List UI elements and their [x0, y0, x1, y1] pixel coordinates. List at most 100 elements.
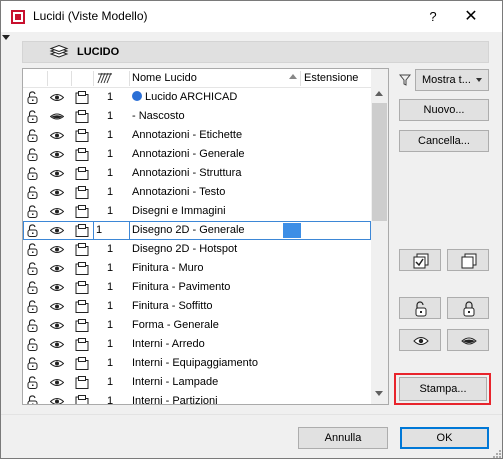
unlock-icon[interactable] — [26, 357, 40, 370]
help-button[interactable]: ? — [419, 5, 447, 29]
intersection-group-number[interactable]: 1 — [107, 395, 113, 404]
wireframe-icon[interactable] — [75, 262, 89, 275]
intersection-group-number[interactable]: 1 — [107, 319, 113, 331]
column-header-name[interactable]: Nome Lucido — [132, 72, 197, 84]
show-all-button[interactable] — [399, 329, 441, 351]
wireframe-icon[interactable] — [75, 186, 89, 199]
eye-icon[interactable] — [49, 148, 65, 161]
eye-icon[interactable] — [49, 300, 65, 313]
wireframe-icon[interactable] — [75, 148, 89, 161]
unlock-all-button[interactable] — [399, 297, 441, 319]
cancel-button[interactable]: Annulla — [298, 427, 388, 449]
unlock-icon[interactable] — [26, 205, 40, 218]
eye-icon[interactable] — [49, 224, 65, 237]
extension-selection-marker[interactable] — [283, 223, 301, 238]
intersection-group-number[interactable]: 1 — [107, 243, 113, 255]
lock-all-button[interactable] — [447, 297, 489, 319]
show-filter-dropdown[interactable]: Mostra t... — [415, 69, 489, 91]
eye-icon[interactable] — [49, 243, 65, 256]
unlock-icon[interactable] — [26, 129, 40, 142]
eye-icon[interactable] — [49, 395, 65, 404]
layer-row[interactable]: 1 - Nascosto — [23, 107, 371, 126]
intersection-group-number[interactable]: 1 — [107, 110, 113, 122]
eye-icon[interactable] — [49, 167, 65, 180]
layer-row[interactable]: 1 Interni - Partizioni — [23, 392, 371, 404]
scroll-up-icon[interactable] — [375, 91, 383, 96]
eye-icon[interactable] — [49, 338, 65, 351]
layer-row[interactable]: 1 Disegno 2D - Generale — [23, 221, 371, 240]
list-scrollbar[interactable] — [371, 69, 388, 404]
unlock-icon[interactable] — [26, 262, 40, 275]
layer-row[interactable]: 1 Disegni e Immagini — [23, 202, 371, 221]
unlock-icon[interactable] — [26, 148, 40, 161]
resize-grip-icon[interactable] — [493, 450, 501, 458]
layer-name[interactable]: Interni - Partizioni — [132, 395, 218, 404]
layer-row[interactable]: 1 Lucido ARCHICAD — [23, 88, 371, 107]
layer-name[interactable]: Finitura - Muro — [132, 262, 204, 274]
layer-row[interactable]: 1 Interni - Equipaggiamento — [23, 354, 371, 373]
scroll-down-icon[interactable] — [375, 391, 383, 396]
layer-name[interactable]: Lucido ARCHICAD — [132, 91, 237, 103]
layer-name[interactable]: Annotazioni - Struttura — [132, 167, 241, 179]
layer-row[interactable]: 1 Interni - Arredo — [23, 335, 371, 354]
unlock-icon[interactable] — [26, 338, 40, 351]
intersection-group-number[interactable]: 1 — [107, 167, 113, 179]
intersection-group-number[interactable]: 1 — [107, 357, 113, 369]
layer-name[interactable]: Disegni e Immagini — [132, 205, 226, 217]
eye-closed-icon[interactable] — [49, 110, 65, 123]
layer-name[interactable]: Annotazioni - Testo — [132, 186, 225, 198]
layer-row[interactable]: 1 Annotazioni - Testo — [23, 183, 371, 202]
layer-row[interactable]: 1 Finitura - Muro — [23, 259, 371, 278]
intersection-group-number[interactable]: 1 — [107, 186, 113, 198]
new-layer-button[interactable]: Nuovo... — [399, 99, 489, 121]
close-button[interactable]: ✕ — [457, 5, 485, 29]
layer-name[interactable]: Interni - Equipaggiamento — [132, 357, 258, 369]
layer-list[interactable]: Nome Lucido Estensione 1 Lucido ARCHICAD 1… — [22, 68, 389, 405]
print-button[interactable]: Stampa... — [399, 377, 487, 401]
layer-row[interactable]: 1 Interni - Lampade — [23, 373, 371, 392]
wireframe-icon[interactable] — [75, 91, 89, 104]
eye-icon[interactable] — [49, 319, 65, 332]
unlock-icon[interactable] — [26, 243, 40, 256]
delete-layer-button[interactable]: Cancella... — [399, 130, 489, 152]
layer-row[interactable]: 1 Forma - Generale — [23, 316, 371, 335]
scroll-thumb[interactable] — [372, 103, 387, 221]
eye-icon[interactable] — [49, 357, 65, 370]
intersection-group-number[interactable]: 1 — [96, 224, 102, 236]
unlock-icon[interactable] — [26, 395, 40, 404]
unlock-icon[interactable] — [26, 91, 40, 104]
layer-name[interactable]: - Nascosto — [132, 110, 185, 122]
eye-icon[interactable] — [49, 129, 65, 142]
layer-name[interactable]: Forma - Generale — [132, 319, 219, 331]
wireframe-icon[interactable] — [75, 300, 89, 313]
layer-name[interactable]: Disegno 2D - Generale — [132, 224, 245, 236]
wireframe-icon[interactable] — [75, 395, 89, 404]
wireframe-icon[interactable] — [75, 129, 89, 142]
unlock-icon[interactable] — [26, 110, 40, 123]
layer-name[interactable]: Annotazioni - Etichette — [132, 129, 242, 141]
intersection-group-number[interactable]: 1 — [107, 300, 113, 312]
layer-row[interactable]: 1 Annotazioni - Generale — [23, 145, 371, 164]
unlock-icon[interactable] — [26, 167, 40, 180]
wireframe-icon[interactable] — [75, 243, 89, 256]
eye-icon[interactable] — [49, 205, 65, 218]
hide-all-button[interactable] — [447, 329, 489, 351]
deselect-all-button[interactable] — [447, 249, 489, 271]
intersection-group-icon[interactable] — [97, 72, 113, 84]
wireframe-icon[interactable] — [75, 376, 89, 389]
layer-row[interactable]: 1 Annotazioni - Struttura — [23, 164, 371, 183]
intersection-group-number[interactable]: 1 — [107, 129, 113, 141]
wireframe-icon[interactable] — [75, 205, 89, 218]
ok-button[interactable]: OK — [400, 427, 489, 449]
eye-icon[interactable] — [49, 376, 65, 389]
unlock-icon[interactable] — [26, 300, 40, 313]
layer-name[interactable]: Interni - Lampade — [132, 376, 218, 388]
column-header-extension[interactable]: Estensione — [304, 72, 358, 84]
wireframe-icon[interactable] — [75, 319, 89, 332]
intersection-group-number[interactable]: 1 — [107, 205, 113, 217]
layer-name[interactable]: Annotazioni - Generale — [132, 148, 245, 160]
unlock-icon[interactable] — [26, 224, 40, 237]
intersection-group-number[interactable]: 1 — [107, 148, 113, 160]
wireframe-icon[interactable] — [75, 167, 89, 180]
intersection-group-number[interactable]: 1 — [107, 91, 113, 103]
